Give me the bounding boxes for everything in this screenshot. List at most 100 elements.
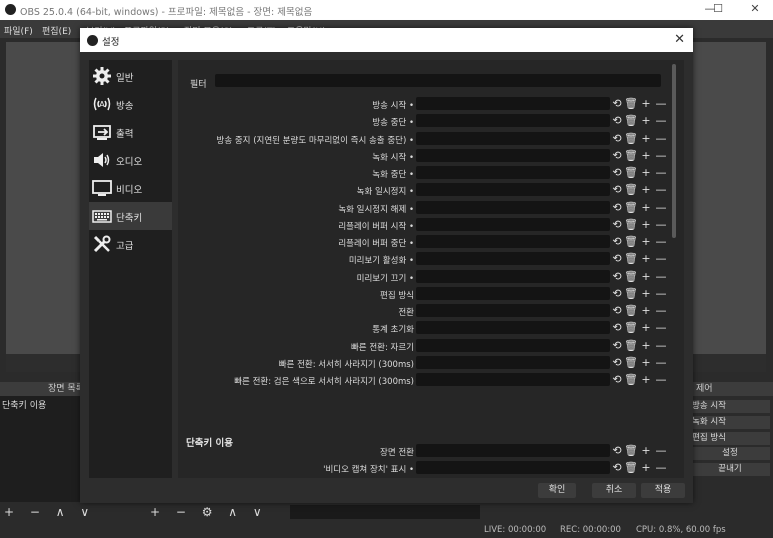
hotkey-input[interactable] [416,235,610,248]
hotkey-input[interactable] [416,132,610,145]
menu-file[interactable]: 파일(F) [4,24,33,37]
reset-icon[interactable]: ⟲ [610,372,624,387]
hotkey-input[interactable] [416,321,610,334]
minus-icon[interactable]: — [654,443,668,458]
nav-stream[interactable]: A 방송 [89,90,172,118]
trash-icon[interactable]: 🗑 [624,460,638,475]
hotkey-input[interactable] [416,270,610,283]
dialog-close-button[interactable]: ✕ [674,32,685,47]
reset-icon[interactable]: ⟲ [610,251,624,266]
minus-icon[interactable]: — [654,131,668,146]
plus-icon[interactable]: + [639,355,653,370]
trash-icon[interactable]: 🗑 [624,113,638,128]
trash-icon[interactable]: 🗑 [624,182,638,197]
trash-icon[interactable]: 🗑 [624,355,638,370]
trash-icon[interactable]: 🗑 [624,234,638,249]
plus-icon[interactable]: + [639,286,653,301]
hotkey-input[interactable] [416,218,610,231]
hotkey-input[interactable] [416,252,610,265]
plus-icon[interactable]: + [639,320,653,335]
reset-icon[interactable]: ⟲ [610,355,624,370]
minus-icon[interactable]: — [654,234,668,249]
plus-icon[interactable]: + [639,251,653,266]
plus-icon[interactable]: + [639,113,653,128]
maximize-button[interactable]: ☐ [703,2,733,18]
cancel-button[interactable]: 취소 [592,483,636,498]
hotkey-input[interactable] [416,444,610,457]
nav-video[interactable]: 비디오 [89,174,172,202]
trash-icon[interactable]: 🗑 [624,96,638,111]
sources-toolbar[interactable]: + − ⚙ ∧ ∨ [150,505,268,519]
trash-icon[interactable]: 🗑 [624,303,638,318]
hotkey-input[interactable] [416,373,610,386]
reset-icon[interactable]: ⟲ [610,96,624,111]
ok-button[interactable]: 확인 [538,483,576,498]
minus-icon[interactable]: — [654,148,668,163]
reset-icon[interactable]: ⟲ [610,269,624,284]
plus-icon[interactable]: + [639,131,653,146]
nav-hotkeys[interactable]: 단축키 [89,202,172,230]
minus-icon[interactable]: — [654,251,668,266]
minus-icon[interactable]: — [654,217,668,232]
minus-icon[interactable]: — [654,460,668,475]
trash-icon[interactable]: 🗑 [624,269,638,284]
hotkey-input[interactable] [416,339,610,352]
hotkey-input[interactable] [416,97,610,110]
hotkey-input[interactable] [416,287,610,300]
minus-icon[interactable]: — [654,355,668,370]
menu-edit[interactable]: 편집(E) [42,24,71,37]
plus-icon[interactable]: + [639,182,653,197]
reset-icon[interactable]: ⟲ [610,443,624,458]
settings-button[interactable]: 설정 [690,447,770,460]
nav-audio[interactable]: 오디오 [89,146,172,174]
reset-icon[interactable]: ⟲ [610,217,624,232]
hotkey-input[interactable] [416,183,610,196]
nav-general[interactable]: 일반 [89,62,172,90]
reset-icon[interactable]: ⟲ [610,113,624,128]
reset-icon[interactable]: ⟲ [610,338,624,353]
hotkey-input[interactable] [416,201,610,214]
minus-icon[interactable]: — [654,372,668,387]
hotkey-input[interactable] [416,304,610,317]
minus-icon[interactable]: — [654,165,668,180]
scenes-toolbar[interactable]: + − ∧ ∨ [4,505,95,519]
plus-icon[interactable]: + [639,96,653,111]
plus-icon[interactable]: + [639,269,653,284]
trash-icon[interactable]: 🗑 [624,251,638,266]
nav-output[interactable]: 출력 [89,118,172,146]
reset-icon[interactable]: ⟲ [610,165,624,180]
hotkey-input[interactable] [416,114,610,127]
minus-icon[interactable]: — [654,269,668,284]
trash-icon[interactable]: 🗑 [624,131,638,146]
apply-button[interactable]: 적용 [641,483,685,498]
exit-button[interactable]: 끝내기 [690,463,770,476]
trash-icon[interactable]: 🗑 [624,372,638,387]
hotkey-input[interactable] [416,166,610,179]
minus-icon[interactable]: — [654,338,668,353]
plus-icon[interactable]: + [639,372,653,387]
hotkey-input[interactable] [416,461,610,474]
plus-icon[interactable]: + [639,338,653,353]
plus-icon[interactable]: + [639,200,653,215]
minus-icon[interactable]: — [654,303,668,318]
reset-icon[interactable]: ⟲ [610,182,624,197]
scene-list-item[interactable]: 단축키 이용 [2,398,46,411]
plus-icon[interactable]: + [639,303,653,318]
minus-icon[interactable]: — [654,200,668,215]
reset-icon[interactable]: ⟲ [610,200,624,215]
reset-icon[interactable]: ⟲ [610,148,624,163]
minus-icon[interactable]: — [654,320,668,335]
trash-icon[interactable]: 🗑 [624,165,638,180]
trash-icon[interactable]: 🗑 [624,217,638,232]
plus-icon[interactable]: + [639,234,653,249]
trash-icon[interactable]: 🗑 [624,443,638,458]
hotkey-input[interactable] [416,356,610,369]
minus-icon[interactable]: — [654,96,668,111]
minus-icon[interactable]: — [654,113,668,128]
trash-icon[interactable]: 🗑 [624,200,638,215]
plus-icon[interactable]: + [639,165,653,180]
trash-icon[interactable]: 🗑 [624,286,638,301]
plus-icon[interactable]: + [639,443,653,458]
plus-icon[interactable]: + [639,460,653,475]
trash-icon[interactable]: 🗑 [624,338,638,353]
